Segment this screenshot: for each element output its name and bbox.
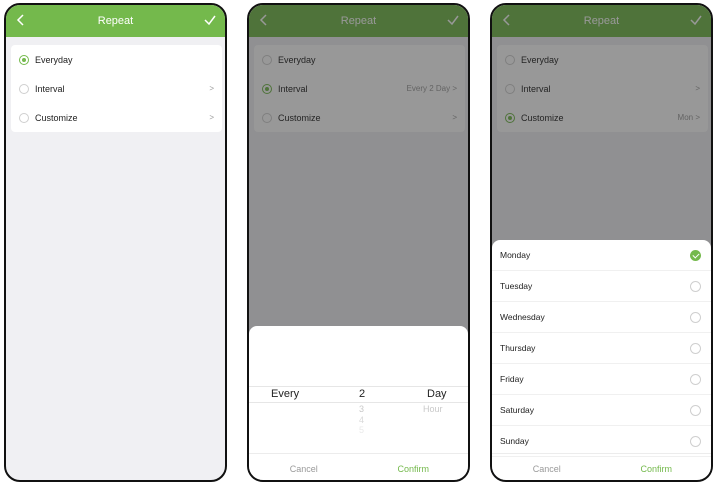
picker-number-next[interactable]: 3 <box>359 404 364 414</box>
confirm-button[interactable]: Confirm <box>602 454 712 480</box>
radio-icon <box>19 83 29 94</box>
option-label: Customize <box>35 112 78 123</box>
picker-number-next[interactable]: 5 <box>359 425 364 435</box>
day-row-friday[interactable]: Friday <box>492 364 711 395</box>
picker-number[interactable]: 2 <box>359 388 365 400</box>
day-label: Friday <box>500 374 524 384</box>
cancel-button[interactable]: Cancel <box>492 454 602 480</box>
option-customize[interactable]: Customize > <box>11 103 222 132</box>
picker-every-label: Every <box>271 388 300 400</box>
option-everyday[interactable]: Everyday <box>11 45 222 74</box>
day-label: Monday <box>500 250 531 260</box>
circle-icon[interactable] <box>690 280 701 292</box>
weekday-picker-sheet: Monday Tuesday Wednesday Thursday Friday… <box>492 240 712 480</box>
circle-icon[interactable] <box>690 435 701 447</box>
picker-unit-next[interactable]: Hour <box>423 404 443 414</box>
sheet-footer: Cancel Confirm <box>492 453 712 480</box>
option-label: Interval <box>35 83 65 94</box>
phone-screen-repeat: Repeat Everyday Interval > Customize > <box>4 3 227 482</box>
page-title: Repeat <box>97 15 134 27</box>
circle-icon[interactable] <box>690 404 701 416</box>
day-row-wednesday[interactable]: Wednesday <box>492 302 711 333</box>
picker-unit[interactable]: Day <box>427 388 447 400</box>
day-label: Thursday <box>500 343 536 353</box>
chevron-left-icon[interactable] <box>14 13 28 27</box>
check-circle-icon[interactable] <box>690 249 701 261</box>
chevron-right-icon: > <box>209 113 214 122</box>
day-label: Wednesday <box>500 312 545 322</box>
day-row-monday[interactable]: Monday <box>492 240 711 271</box>
radio-selected-icon <box>19 54 29 65</box>
phone-screen-interval: Repeat Everyday Interval Every 2 Day > C… <box>247 3 470 482</box>
option-interval[interactable]: Interval > <box>11 74 222 103</box>
interval-picker-sheet: Every 2 Day 3 Hour 4 5 Cancel Confirm <box>249 326 469 480</box>
day-label: Saturday <box>500 405 535 415</box>
day-row-tuesday[interactable]: Tuesday <box>492 271 711 302</box>
header-bar: Repeat <box>6 5 225 37</box>
radio-icon <box>19 112 29 123</box>
picker-divider <box>249 386 468 387</box>
chevron-right-icon: > <box>209 84 214 93</box>
circle-icon[interactable] <box>690 311 701 323</box>
cancel-button[interactable]: Cancel <box>249 454 359 480</box>
confirm-button[interactable]: Confirm <box>359 454 469 480</box>
phone-screen-customize: Repeat Everyday Interval > Customize Mon… <box>490 3 713 482</box>
day-label: Sunday <box>500 436 529 446</box>
option-label: Everyday <box>35 54 73 65</box>
repeat-options-card: Everyday Interval > Customize > <box>11 45 222 132</box>
day-row-saturday[interactable]: Saturday <box>492 395 711 426</box>
checkmark-icon[interactable] <box>203 13 217 27</box>
sheet-footer: Cancel Confirm <box>249 453 469 480</box>
day-label: Tuesday <box>500 281 533 291</box>
picker-divider <box>249 402 468 403</box>
circle-icon[interactable] <box>690 342 701 354</box>
circle-icon[interactable] <box>690 373 701 385</box>
picker-number-next[interactable]: 4 <box>359 415 364 425</box>
day-row-thursday[interactable]: Thursday <box>492 333 711 364</box>
